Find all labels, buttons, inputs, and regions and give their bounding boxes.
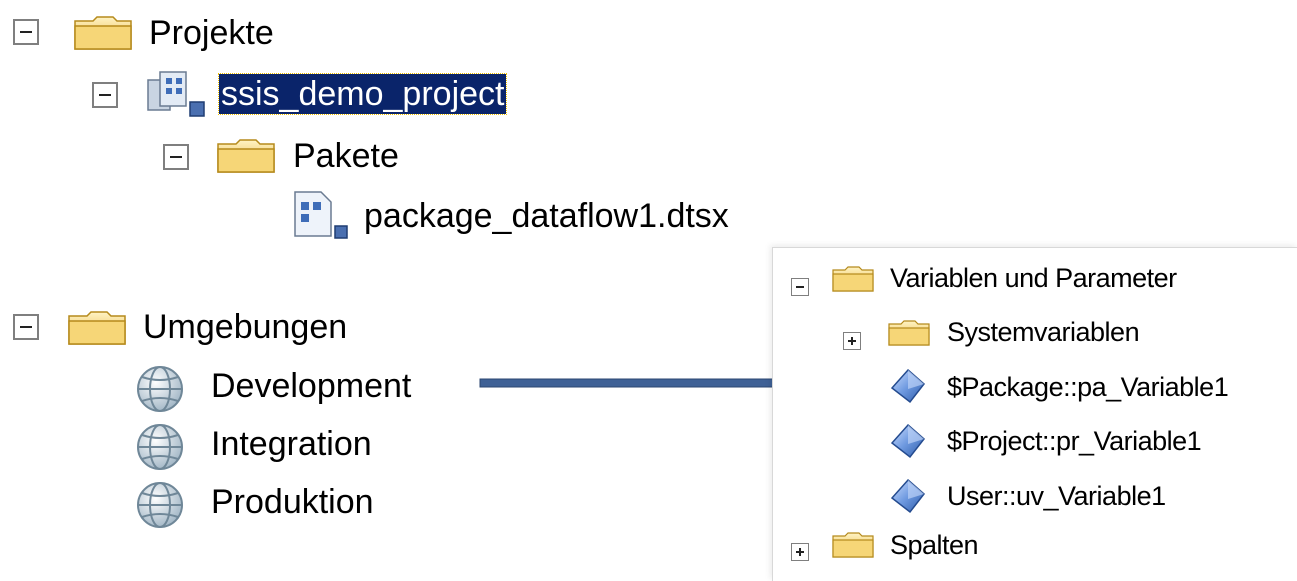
collapse-pakete-toggle[interactable] [163,144,189,170]
expand-systemvariablen-toggle[interactable] [843,332,861,350]
spalten-label[interactable]: Spalten [890,529,979,561]
umgebungen-label[interactable]: Umgebungen [143,307,347,347]
environment-globe-icon [137,366,183,412]
folder-icon [217,139,275,173]
variable-icon [890,423,926,459]
projekte-label[interactable]: Projekte [149,13,274,53]
folder-icon [68,311,126,345]
variables-parameters-panel: Variablen und Parameter Systemvariablen … [772,247,1297,581]
project-label-selected[interactable]: ssis_demo_project [217,73,508,115]
environment-integration-label[interactable]: Integration [211,424,372,464]
dtsx-package-icon [294,191,348,239]
environment-produktion-label[interactable]: Produktion [211,482,374,522]
collapse-umgebungen-toggle[interactable] [13,314,39,340]
expand-spalten-toggle[interactable] [791,543,809,561]
variable-icon [890,368,926,404]
variable-user-label[interactable]: User::uv_Variable1 [947,480,1166,512]
collapse-project-toggle[interactable] [92,82,118,108]
collapse-projekte-toggle[interactable] [13,19,39,45]
folder-icon [888,320,930,346]
environment-globe-icon [137,424,183,470]
variablen-label[interactable]: Variablen und Parameter [890,262,1177,294]
pakete-label[interactable]: Pakete [293,136,399,176]
environment-development-label[interactable]: Development [211,366,411,406]
variable-project-label[interactable]: $Project::pr_Variable1 [947,425,1202,457]
collapse-variablen-toggle[interactable] [791,278,809,296]
systemvariablen-label[interactable]: Systemvariablen [947,316,1140,348]
variable-icon [890,478,926,514]
folder-icon [832,532,874,558]
variable-package-label[interactable]: $Package::pa_Variable1 [947,371,1229,403]
ssis-project-icon [147,71,205,117]
folder-icon [832,266,874,292]
folder-icon [74,16,132,50]
environment-globe-icon [137,482,183,528]
package-label[interactable]: package_dataflow1.dtsx [364,196,729,236]
